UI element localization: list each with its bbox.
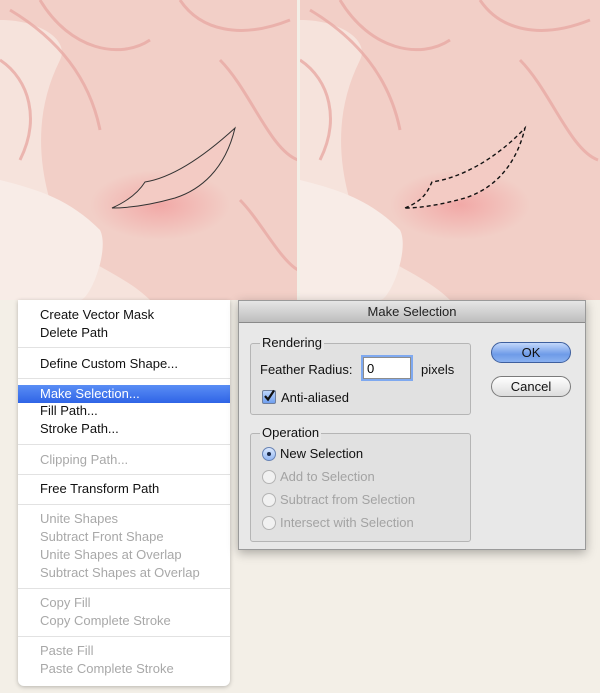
feather-radius-input[interactable] [361, 355, 413, 381]
dialog-title: Make Selection [239, 301, 585, 323]
menu-item-fill-path[interactable]: Fill Path... [18, 402, 230, 420]
menu-item-delete-path[interactable]: Delete Path [18, 324, 230, 342]
cancel-button[interactable]: Cancel [491, 376, 571, 397]
rendering-group-label: Rendering [260, 335, 324, 350]
operation-group-label: Operation [260, 425, 322, 440]
checkmark-icon [264, 389, 275, 402]
menu-separator [18, 504, 230, 505]
menu-separator [18, 474, 230, 475]
intersect-with-selection-label: Intersect with Selection [280, 515, 414, 530]
menu-item-copy-fill[interactable]: Copy Fill [18, 594, 230, 612]
subtract-from-selection-label: Subtract from Selection [280, 492, 416, 507]
anti-aliased-checkbox[interactable] [262, 389, 276, 404]
menu-item-paste-fill[interactable]: Paste Fill [18, 642, 230, 660]
menu-item-subtract-front-shape[interactable]: Subtract Front Shape [18, 528, 230, 546]
menu-separator [18, 347, 230, 348]
menu-item-clipping-path[interactable]: Clipping Path... [18, 451, 230, 469]
feather-unit-label: pixels [421, 362, 455, 377]
add-to-selection-label: Add to Selection [280, 469, 375, 484]
menu-item-create-vector-mask[interactable]: Create Vector Mask [18, 306, 230, 324]
subtract-from-selection-radio[interactable] [262, 493, 276, 507]
menu-item-define-custom-shape[interactable]: Define Custom Shape... [18, 355, 230, 373]
menu-separator [18, 588, 230, 589]
menu-separator [18, 444, 230, 445]
artwork-panel-left [0, 0, 299, 300]
intersect-with-selection-radio[interactable] [262, 516, 276, 530]
anti-aliased-label: Anti-aliased [281, 390, 349, 405]
menu-item-unite-shapes-at-overlap[interactable]: Unite Shapes at Overlap [18, 546, 230, 564]
menu-item-copy-complete-stroke[interactable]: Copy Complete Stroke [18, 612, 230, 630]
add-to-selection-radio[interactable] [262, 470, 276, 484]
make-selection-dialog: Make Selection Rendering Feather Radius:… [238, 300, 586, 550]
path-context-menu: Create Vector Mask Delete Path Define Cu… [18, 300, 230, 686]
menu-separator [18, 636, 230, 637]
menu-item-paste-complete-stroke[interactable]: Paste Complete Stroke [18, 660, 230, 678]
ok-button[interactable]: OK [491, 342, 571, 363]
new-selection-radio[interactable] [262, 447, 276, 461]
artwork-canvas [0, 0, 600, 300]
menu-separator [18, 378, 230, 379]
menu-item-make-selection[interactable]: Make Selection... [18, 385, 230, 403]
menu-item-subtract-shapes-at-overlap[interactable]: Subtract Shapes at Overlap [18, 564, 230, 582]
artwork-panel-right [299, 0, 600, 300]
menu-item-stroke-path[interactable]: Stroke Path... [18, 420, 230, 438]
menu-item-unite-shapes[interactable]: Unite Shapes [18, 510, 230, 528]
new-selection-label: New Selection [280, 446, 364, 461]
feather-radius-label: Feather Radius: [260, 362, 353, 377]
menu-item-free-transform-path[interactable]: Free Transform Path [18, 480, 230, 498]
